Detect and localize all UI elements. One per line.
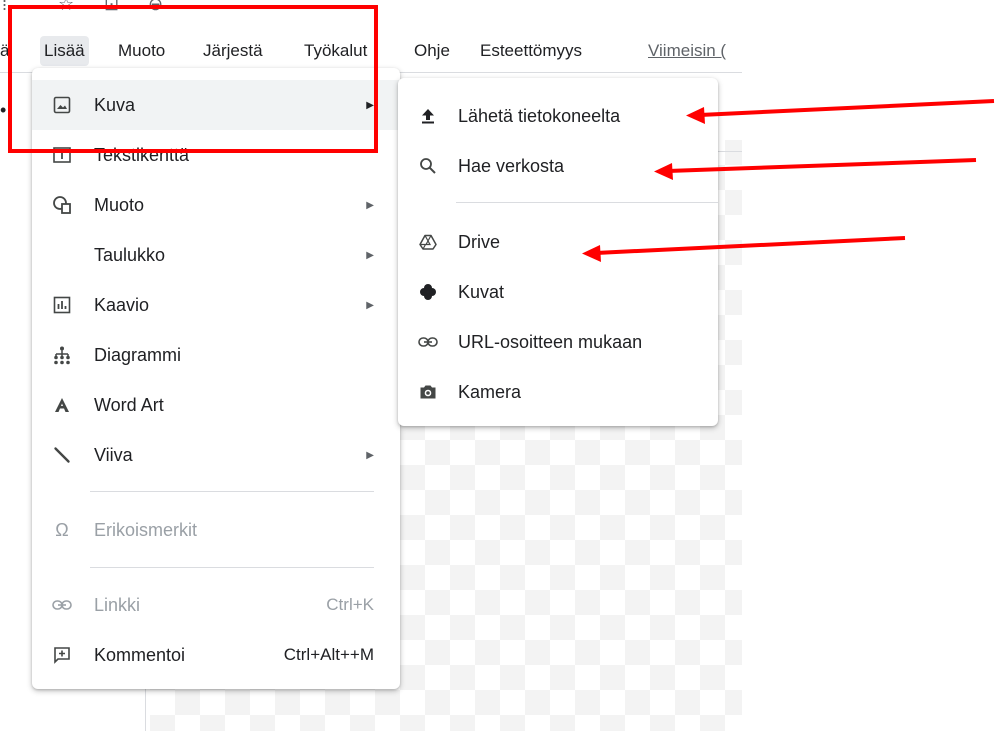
- highlight-box: [8, 5, 378, 153]
- menu-item-link[interactable]: Linkki Ctrl+K: [32, 580, 400, 630]
- menu-separator: [456, 202, 718, 203]
- menu-icon[interactable]: ⁞: [2, 0, 7, 15]
- submenu-item-drive[interactable]: Drive: [398, 217, 718, 267]
- link-icon: [50, 593, 74, 617]
- line-icon: [50, 443, 74, 467]
- menu-accessibility[interactable]: Esteettömyys: [480, 41, 582, 61]
- menu-separator: [90, 491, 374, 492]
- menu-item-label: Taulukko: [94, 244, 166, 265]
- menu-item-line[interactable]: Viiva ▶: [32, 430, 400, 480]
- word-art-icon: [50, 393, 74, 417]
- menu-item-special-characters[interactable]: Ω Erikoismerkit: [32, 505, 400, 555]
- omega-icon: Ω: [55, 519, 69, 540]
- menu-item-shape[interactable]: Muoto ▶: [32, 180, 400, 230]
- menu-separator: [90, 567, 374, 568]
- submenu-arrow-icon: ▶: [366, 299, 374, 311]
- submenu-item-label: Hae verkosta: [458, 155, 565, 176]
- submenu-item-label: Kamera: [458, 381, 522, 402]
- menu-item-chart[interactable]: Kaavio ▶: [32, 280, 400, 330]
- menu-item-label: Kommentoi: [94, 644, 186, 665]
- menu-item-comment[interactable]: Kommentoi Ctrl+Alt++M: [32, 630, 400, 680]
- menu-item-label: Diagrammi: [94, 344, 182, 365]
- menu-help[interactable]: Ohje: [414, 41, 450, 61]
- photos-icon: [416, 280, 440, 304]
- menu-item-label: Word Art: [94, 394, 164, 415]
- insert-menu: Kuva ▶ Tekstikenttä Muoto ▶ Taulukko ▶ K…: [32, 68, 400, 689]
- shape-icon: [50, 193, 74, 217]
- menu-item-word-art[interactable]: Word Art: [32, 380, 400, 430]
- submenu-item-label: Lähetä tietokoneelta: [458, 105, 621, 126]
- diagram-icon: [50, 343, 74, 367]
- annotation-arrow: [686, 99, 995, 124]
- menu-item-table[interactable]: Taulukko ▶: [32, 230, 400, 280]
- submenu-arrow-icon: ▶: [366, 249, 374, 261]
- submenu-arrow-icon: ▶: [366, 199, 374, 211]
- camera-icon: [416, 380, 440, 404]
- submenu-item-search-web[interactable]: Hae verkosta: [398, 141, 718, 191]
- submenu-arrow-icon: ▶: [366, 449, 374, 461]
- menu-item-label: Viiva: [94, 444, 133, 465]
- menu-item-label: Kaavio: [94, 294, 150, 315]
- drive-icon: [416, 230, 440, 254]
- submenu-item-camera[interactable]: Kamera: [398, 367, 718, 417]
- menu-item-label: Muoto: [94, 194, 145, 215]
- shortcut-label: Ctrl+K: [326, 595, 374, 614]
- submenu-item-photos[interactable]: Kuvat: [398, 267, 718, 317]
- submenu-item-label: Drive: [458, 231, 501, 252]
- upload-icon: [416, 104, 440, 128]
- link-icon: [416, 330, 440, 354]
- shortcut-label: Ctrl+Alt++M: [283, 645, 374, 664]
- submenu-item-label: URL-osoitteen mukaan: [458, 331, 643, 352]
- menu-item-diagram[interactable]: Diagrammi: [32, 330, 400, 380]
- search-icon: [416, 154, 440, 178]
- comment-icon: [50, 643, 74, 667]
- chart-icon: [50, 293, 74, 317]
- submenu-item-by-url[interactable]: URL-osoitteen mukaan: [398, 317, 718, 367]
- submenu-item-label: Kuvat: [458, 281, 505, 302]
- menu-item-label: Linkki: [94, 594, 141, 615]
- image-submenu: Lähetä tietokoneelta Hae verkosta Drive …: [398, 78, 718, 426]
- menu-item-label: Erikoismerkit: [94, 519, 198, 540]
- last-edit-link[interactable]: Viimeisin (: [648, 41, 726, 61]
- submenu-item-upload[interactable]: Lähetä tietokoneelta: [398, 91, 718, 141]
